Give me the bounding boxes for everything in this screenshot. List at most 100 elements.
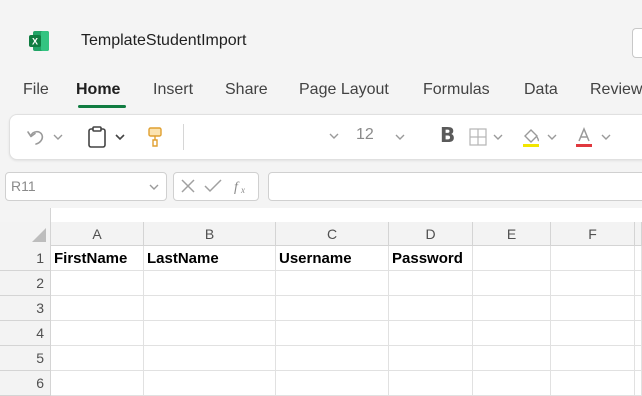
name-box[interactable]: R11 <box>5 172 167 201</box>
cell-g3[interactable] <box>635 296 642 321</box>
formula-input[interactable] <box>268 172 642 201</box>
cell-c4[interactable] <box>276 321 389 346</box>
ribbon-tabs: File Home Insert Share Page Layout Formu… <box>0 74 642 110</box>
tab-data[interactable]: Data <box>524 81 558 99</box>
borders-button[interactable] <box>468 115 488 159</box>
cell-f5[interactable] <box>551 346 635 371</box>
cell-b6[interactable] <box>144 371 276 396</box>
cell-f3[interactable] <box>551 296 635 321</box>
row-header-1[interactable]: 1 <box>0 246 51 271</box>
cell-b4[interactable] <box>144 321 276 346</box>
cell-d5[interactable] <box>389 346 473 371</box>
cancel-icon[interactable] <box>180 178 196 194</box>
cell-g4[interactable] <box>635 321 642 346</box>
cell-e4[interactable] <box>473 321 551 346</box>
cell-e2[interactable] <box>473 271 551 296</box>
cell-b2[interactable] <box>144 271 276 296</box>
select-all-icon <box>32 228 46 242</box>
chevron-down-icon[interactable] <box>394 131 406 143</box>
cell-a5[interactable] <box>51 346 144 371</box>
fill-color-button[interactable] <box>520 115 542 159</box>
cell-f4[interactable] <box>551 321 635 346</box>
chevron-down-icon <box>547 134 557 140</box>
row-header-6[interactable]: 6 <box>0 371 51 396</box>
cell-f1[interactable] <box>551 246 635 271</box>
column-header-g[interactable] <box>635 222 642 246</box>
bold-button[interactable]: B <box>440 123 455 147</box>
cell-d4[interactable] <box>389 321 473 346</box>
formula-actions: f x <box>173 172 259 201</box>
format-painter-button[interactable] <box>145 115 165 159</box>
column-header-d[interactable]: D <box>389 222 473 246</box>
title-bar: X TemplateStudentImport <box>0 0 642 74</box>
cell-c2[interactable] <box>276 271 389 296</box>
cell-f2[interactable] <box>551 271 635 296</box>
excel-icon[interactable]: X <box>28 30 50 52</box>
cell-a1[interactable]: FirstName <box>51 246 144 271</box>
undo-dropdown[interactable] <box>52 115 64 159</box>
cell-c6[interactable] <box>276 371 389 396</box>
paste-dropdown[interactable] <box>114 115 126 159</box>
cell-c3[interactable] <box>276 296 389 321</box>
row-header-3[interactable]: 3 <box>0 296 51 321</box>
font-size-select[interactable]: 12 <box>356 126 374 144</box>
document-title[interactable]: TemplateStudentImport <box>81 32 246 50</box>
cell-d3[interactable] <box>389 296 473 321</box>
title-bar-control[interactable] <box>632 28 642 58</box>
cell-a4[interactable] <box>51 321 144 346</box>
cell-c1[interactable]: Username <box>276 246 389 271</box>
function-icon[interactable]: f x <box>232 176 252 196</box>
toolbar-separator <box>183 124 184 150</box>
cell-d6[interactable] <box>389 371 473 396</box>
tab-share[interactable]: Share <box>225 81 268 99</box>
cell-g1[interactable] <box>635 246 642 271</box>
cell-g5[interactable] <box>635 346 642 371</box>
row-header-5[interactable]: 5 <box>0 346 51 371</box>
font-color-dropdown[interactable] <box>600 115 612 159</box>
cell-b3[interactable] <box>144 296 276 321</box>
checkmark-icon[interactable] <box>204 178 222 194</box>
tab-home[interactable]: Home <box>76 81 120 99</box>
undo-button[interactable] <box>24 115 48 159</box>
font-name-select[interactable] <box>188 121 350 151</box>
column-header-a[interactable]: A <box>51 222 144 246</box>
cell-a2[interactable] <box>51 271 144 296</box>
cell-g6[interactable] <box>635 371 642 396</box>
active-tab-indicator <box>78 105 126 108</box>
cell-e5[interactable] <box>473 346 551 371</box>
worksheet-grid: A B C D E F 1 2 3 4 5 6 FirstName LastNa… <box>0 208 642 396</box>
tab-formulas[interactable]: Formulas <box>423 81 490 99</box>
cell-e6[interactable] <box>473 371 551 396</box>
tab-insert[interactable]: Insert <box>153 81 193 99</box>
font-color-button[interactable] <box>573 115 595 159</box>
cell-b1[interactable]: LastName <box>144 246 276 271</box>
tab-review[interactable]: Review <box>590 81 642 99</box>
cell-a3[interactable] <box>51 296 144 321</box>
column-header-c[interactable]: C <box>276 222 389 246</box>
cell-e1[interactable] <box>473 246 551 271</box>
row-header-2[interactable]: 2 <box>0 271 51 296</box>
column-header-b[interactable]: B <box>144 222 276 246</box>
home-toolbar: 12 B <box>9 114 642 160</box>
fill-color-dropdown[interactable] <box>546 115 558 159</box>
chevron-down-icon[interactable] <box>148 181 160 193</box>
column-header-e[interactable]: E <box>473 222 551 246</box>
cell-a6[interactable] <box>51 371 144 396</box>
format-painter-icon <box>148 127 162 147</box>
cell-d1[interactable]: Password <box>389 246 473 271</box>
row-header-4[interactable]: 4 <box>0 321 51 346</box>
undo-icon <box>27 130 44 145</box>
paste-button[interactable] <box>86 115 108 159</box>
cell-b5[interactable] <box>144 346 276 371</box>
tab-page-layout[interactable]: Page Layout <box>299 81 389 99</box>
svg-text:f: f <box>234 180 240 195</box>
column-header-f[interactable]: F <box>551 222 635 246</box>
cell-g2[interactable] <box>635 271 642 296</box>
select-all-corner[interactable] <box>0 222 51 247</box>
cell-e3[interactable] <box>473 296 551 321</box>
tab-file[interactable]: File <box>23 81 49 99</box>
borders-dropdown[interactable] <box>492 115 504 159</box>
cell-d2[interactable] <box>389 271 473 296</box>
cell-f6[interactable] <box>551 371 635 396</box>
cell-c5[interactable] <box>276 346 389 371</box>
